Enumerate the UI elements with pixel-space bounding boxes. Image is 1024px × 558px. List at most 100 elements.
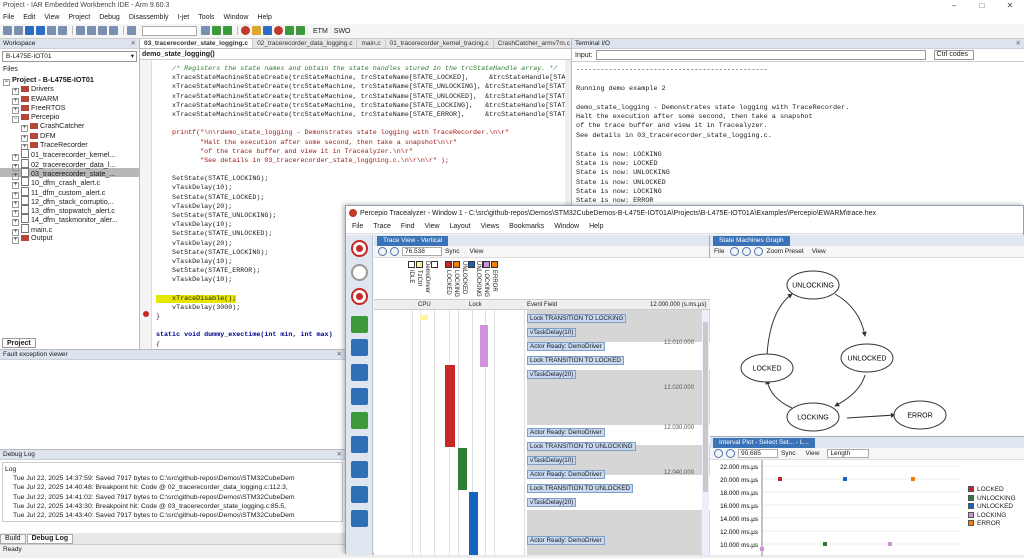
close-button[interactable]: ✕: [996, 1, 1024, 10]
zoom-out-icon[interactable]: [742, 247, 752, 256]
menu-disassembly[interactable]: Disassembly: [129, 14, 169, 21]
zoom-in-icon[interactable]: [730, 247, 740, 256]
tree-item[interactable]: +03_tracerecorder_state_...: [0, 167, 139, 180]
interval-point[interactable]: [778, 477, 782, 481]
state-bar[interactable]: [458, 448, 467, 490]
tree-item[interactable]: + EWARM: [0, 94, 139, 105]
ctrl-codes-select[interactable]: Ctrl codes: [933, 50, 974, 60]
tab-interval-plot[interactable]: Interval Plot - Select Set... - L...: [713, 438, 815, 448]
state-bar[interactable]: [480, 325, 488, 367]
trace-body[interactable]: vTaskDelay(500)Lock TRANSITION TO LOCKIN…: [374, 310, 710, 555]
etm-label[interactable]: ETM: [313, 28, 328, 35]
column-header[interactable]: IDLE: [407, 261, 415, 283]
erase-icon[interactable]: [252, 25, 261, 35]
tab-state-machines-graph[interactable]: State Machines Graph: [713, 236, 790, 246]
tree-item[interactable]: − Percepio: [0, 112, 139, 124]
user-events-icon[interactable]: [351, 486, 368, 503]
open-icon[interactable]: [14, 25, 23, 35]
tree-item[interactable]: + TraceRecorder: [0, 140, 139, 152]
tz-menu-bookmarks[interactable]: Bookmarks: [509, 223, 544, 230]
trace-event[interactable]: Lock TRANSITION TO LOCKING: [527, 314, 627, 323]
tree-item[interactable]: + CrashCatcher: [0, 121, 139, 133]
tree-item[interactable]: +02_tracerecorder_data_l...: [0, 159, 139, 171]
interval-field[interactable]: 90.685: [738, 449, 778, 458]
menu-file[interactable]: File: [3, 14, 14, 21]
state-node[interactable]: UNLOCKING: [786, 270, 840, 300]
menu-ijet[interactable]: I-jet: [178, 14, 190, 21]
view-menu[interactable]: View: [469, 248, 483, 255]
zoom-out-icon[interactable]: [726, 449, 735, 458]
collapse-icon[interactable]: −: [12, 116, 19, 124]
tab-debug-log[interactable]: Debug Log: [26, 533, 74, 544]
minimize-button[interactable]: –: [940, 1, 968, 10]
maximize-button[interactable]: □: [968, 1, 996, 10]
cpu-load-icon[interactable]: [351, 412, 368, 429]
save-all-icon[interactable]: [36, 25, 45, 35]
tree-item[interactable]: + FreeRTOS: [0, 103, 139, 114]
tree-item[interactable]: +10_dfm_crash_alert.c: [0, 177, 139, 190]
close-icon[interactable]: ✕: [1016, 39, 1021, 49]
swo-label[interactable]: SWO: [334, 28, 351, 35]
state-bar[interactable]: [420, 315, 428, 320]
interval-point[interactable]: [760, 547, 764, 551]
trace-view-icon[interactable]: [351, 316, 368, 333]
print-icon[interactable]: [47, 25, 56, 35]
trace-event[interactable]: Actor Ready: DemoDriver: [527, 536, 605, 545]
tz-menu-view[interactable]: View: [425, 223, 440, 230]
tab-build[interactable]: Build: [0, 533, 26, 544]
function-selector[interactable]: demo_state_logging(): [140, 49, 571, 60]
trace-scrollbar[interactable]: [702, 310, 709, 555]
tz-menu-views[interactable]: Views: [481, 223, 500, 230]
go-icon[interactable]: [201, 25, 210, 35]
tree-item[interactable]: + Drivers: [0, 84, 139, 96]
tz-menu-layout[interactable]: Layout: [450, 223, 471, 230]
tz-menu-window[interactable]: Window: [554, 223, 579, 230]
editor-tab[interactable]: 03_tracerecorder_state_logging.c: [140, 39, 254, 48]
tree-project[interactable]: − Project - B-L475E-IOT01: [0, 75, 139, 86]
view-menu[interactable]: View: [805, 450, 819, 457]
trace-event[interactable]: Lock TRANSITION TO LOCKED: [527, 356, 624, 365]
tree-item[interactable]: +01_tracerecorder_kernel...: [0, 149, 139, 162]
sync-button[interactable]: Sync: [781, 450, 795, 457]
trace-event[interactable]: vTaskDelay(10): [527, 456, 577, 465]
undo-icon[interactable]: [98, 25, 107, 35]
step-icon[interactable]: [263, 25, 272, 35]
tree-item[interactable]: + Output: [0, 233, 139, 245]
tree-item[interactable]: + main.c: [0, 224, 139, 236]
column-header[interactable]: UNLOCKED: [460, 261, 475, 299]
zoom-field[interactable]: 76.538: [402, 247, 442, 256]
interval-chart[interactable]: 22.000 ms.µs 20.000 ms.µs 18.000 ms.µs 16.0…: [710, 460, 1024, 556]
trace-event[interactable]: vTaskDelay(20): [527, 370, 577, 379]
cut-icon[interactable]: [58, 25, 67, 35]
terminal-input[interactable]: [595, 50, 926, 60]
interval-point[interactable]: [911, 477, 915, 481]
file-menu[interactable]: File: [714, 248, 724, 255]
stop-icon[interactable]: [241, 25, 250, 35]
zoom-in-icon[interactable]: [714, 449, 723, 458]
state-bar[interactable]: [445, 365, 455, 447]
stream-icon[interactable]: [351, 339, 368, 356]
close-icon[interactable]: ✕: [131, 39, 136, 49]
trace-event[interactable]: Actor Ready: DemoDriver: [527, 342, 605, 351]
tz-menu-find[interactable]: Find: [401, 223, 415, 230]
state-node[interactable]: ERROR: [893, 400, 947, 430]
reset-icon[interactable]: [285, 25, 294, 35]
trace-event[interactable]: Actor Ready: DemoDriver: [527, 428, 605, 437]
trace-event[interactable]: Lock TRANSITION TO UNLOCKING: [527, 442, 636, 451]
editor-tab[interactable]: 02_tracerecorder_data_logging.c: [253, 39, 358, 48]
tree-item[interactable]: +13_dfm_stopwatch_alert.c: [0, 205, 139, 218]
state-bar[interactable]: [469, 492, 478, 555]
menu-edit[interactable]: Edit: [23, 14, 35, 21]
zoom-out-icon[interactable]: [390, 247, 399, 256]
record-icon[interactable]: [351, 240, 368, 257]
break-icon[interactable]: [274, 25, 283, 35]
editor-tab[interactable]: 01_tracerecorder_kernel_tracing.c: [386, 39, 494, 48]
close-icon[interactable]: ✕: [337, 350, 342, 360]
column-header[interactable]: LOCKING: [452, 261, 460, 297]
snapshot-icon[interactable]: [351, 288, 368, 305]
view-menu[interactable]: View: [812, 248, 826, 255]
length-select[interactable]: Length: [827, 449, 870, 458]
tree-item[interactable]: +11_dfm_custom_alert.c: [0, 187, 139, 199]
editor-tab[interactable]: CrashCatcher_armv7m.c: [494, 39, 575, 48]
interval-point[interactable]: [888, 542, 892, 546]
